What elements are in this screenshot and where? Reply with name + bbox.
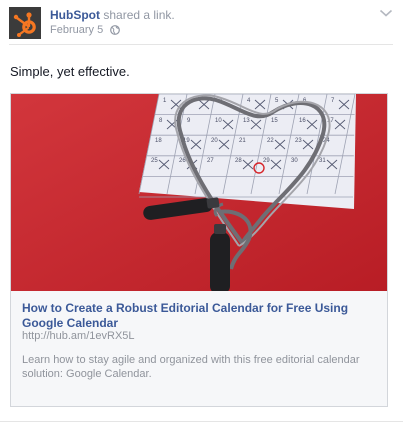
chevron-down-icon[interactable] [379, 8, 393, 18]
post-message: Simple, yet effective. [10, 64, 130, 79]
post-card: HubSpot shared a link. February 5 Simple… [0, 0, 403, 424]
calendar-day-number: 23 [295, 138, 302, 144]
link-title[interactable]: How to Create a Robust Editorial Calenda… [22, 301, 377, 331]
globe-icon[interactable] [110, 25, 121, 35]
hubspot-avatar[interactable] [9, 7, 41, 39]
calendar-day-number: 31 [319, 158, 326, 164]
link-preview-card[interactable]: 1 2 3 4 5 6 7 8 9 10 13 15 16 17 18 19 20 21 22 23 24 25 26 27 2… [10, 93, 388, 407]
calendar-day-number: 13 [243, 118, 250, 124]
calendar-day-number: 16 [299, 118, 306, 124]
calendar-day-number: 26 [179, 158, 186, 164]
post-timestamp[interactable]: February 5 [50, 24, 103, 36]
post-action-text: shared a link. [103, 8, 175, 22]
post-meta: February 5 [50, 24, 121, 37]
post-header: HubSpot shared a link. [50, 8, 175, 22]
link-preview-image[interactable]: 1 2 3 4 5 6 78 9 10 13 15 16 1718 19 20 21 22 23 2425 26 27 2… [11, 94, 387, 291]
calendar-day-number: 10 [215, 118, 222, 124]
calendar-day-number: 30 [291, 158, 298, 164]
author-name-link[interactable]: HubSpot [50, 8, 100, 22]
calendar-day-number: 21 [239, 138, 246, 144]
calendar-day-number: 18 [155, 138, 162, 144]
calendar-day-number: 29 [263, 158, 270, 164]
post-bottom-divider [0, 421, 403, 422]
calendar-day-number: 22 [267, 138, 274, 144]
calendar-day-number: 27 [207, 158, 214, 164]
calendar-day-number: 20 [211, 138, 218, 144]
hubspot-logo-icon [9, 7, 41, 39]
calendar-day-number: 25 [151, 158, 158, 164]
link-description: Learn how to stay agile and organized wi… [22, 354, 360, 380]
calendar-day-number: 15 [271, 118, 278, 124]
link-preview-text: How to Create a Robust Editorial Calenda… [11, 291, 387, 406]
header-divider [9, 44, 393, 45]
calendar-day-number: 28 [235, 158, 242, 164]
link-url[interactable]: http://hub.am/1evRX5L [22, 330, 135, 343]
